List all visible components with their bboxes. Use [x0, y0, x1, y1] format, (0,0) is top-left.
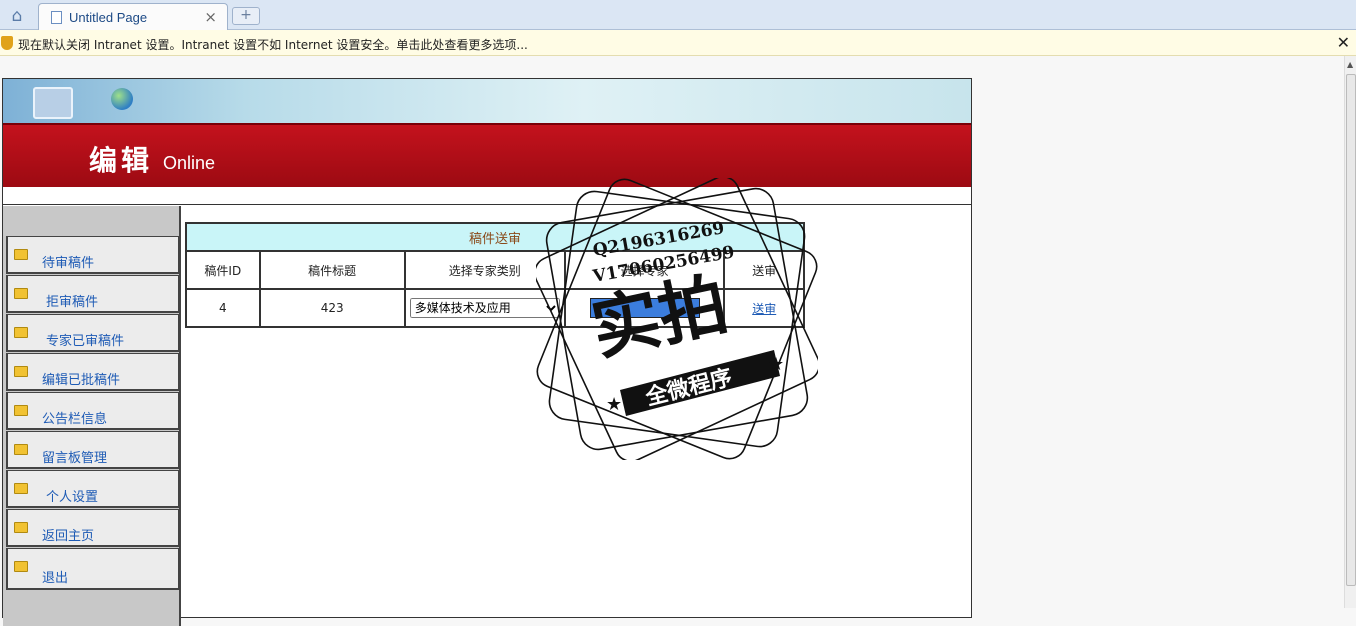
sidebar-item-label[interactable]: 个人设置: [46, 486, 98, 505]
browser-tab[interactable]: Untitled Page ×: [38, 3, 228, 31]
globe-icon: [111, 88, 133, 110]
site-logo-subtext: Online: [163, 153, 216, 173]
browser-tab-bar: ⌂ Untitled Page × +: [0, 0, 1356, 31]
sidebar-item-rejected[interactable]: 拒审稿件: [6, 275, 180, 313]
sidebar-item-expert-reviewed[interactable]: 专家已审稿件: [6, 314, 180, 352]
watermark-stamp: Q2196316269 V17060256499 实拍 全微程序 ★ ★: [536, 178, 818, 460]
computer-icon: [33, 87, 73, 119]
shield-icon: [1, 36, 13, 50]
sidebar-item-editor-approved[interactable]: 编辑已批稿件: [6, 353, 180, 391]
sidebar-item-label[interactable]: 返回主页: [42, 525, 94, 544]
sidebar-item-pending[interactable]: 待审稿件: [6, 236, 180, 274]
folder-icon: [14, 327, 28, 338]
star-icon: ★: [768, 354, 784, 375]
scroll-up-icon[interactable]: ▲: [1347, 60, 1353, 69]
folder-icon: [14, 522, 28, 533]
tab-title: Untitled Page: [69, 10, 148, 25]
sidebar-item-label[interactable]: 公告栏信息: [42, 408, 107, 427]
sidebar-item-label[interactable]: 留言板管理: [42, 447, 107, 466]
scrollbar-thumb[interactable]: [1346, 74, 1356, 586]
info-message[interactable]: 现在默认关闭 Intranet 设置。Intranet 设置不如 Interne…: [18, 36, 528, 53]
folder-icon: [14, 288, 28, 299]
column-header: 稿件ID: [185, 250, 261, 290]
sidebar-item-messages[interactable]: 留言板管理: [6, 431, 180, 469]
home-icon[interactable]: ⌂: [6, 6, 28, 26]
intranet-info-bar[interactable]: 现在默认关闭 Intranet 设置。Intranet 设置不如 Interne…: [0, 30, 1356, 56]
folder-icon: [14, 561, 28, 572]
sidebar-item-notices[interactable]: 公告栏信息: [6, 392, 180, 430]
watermark-ribbon-text: 全微程序: [642, 364, 735, 411]
cell-title: 423: [258, 288, 406, 328]
new-tab-button[interactable]: +: [232, 7, 260, 25]
star-icon: ★: [606, 394, 622, 415]
cell-id: 4: [185, 288, 261, 328]
sidebar-item-label[interactable]: 编辑已批稿件: [42, 369, 120, 388]
page-icon: [51, 11, 62, 24]
folder-icon: [14, 444, 28, 455]
sidebar-item-label[interactable]: 待审稿件: [42, 252, 94, 271]
site-frame: 编辑 Online 待审稿件 拒审稿件 专家已审稿件 编辑已批稿件 公告栏信息 …: [2, 78, 972, 626]
sidebar: 待审稿件 拒审稿件 专家已审稿件 编辑已批稿件 公告栏信息 留言板管理 个人设置: [3, 206, 181, 626]
vertical-scrollbar[interactable]: ▲: [1344, 56, 1356, 608]
column-header: 稿件标题: [258, 250, 406, 290]
close-tab-icon[interactable]: ×: [204, 8, 217, 26]
folder-icon: [14, 483, 28, 494]
header-divider: [3, 187, 971, 205]
site-header: 编辑 Online: [3, 123, 971, 187]
sidebar-item-label[interactable]: 拒审稿件: [46, 291, 98, 310]
sidebar-item-settings[interactable]: 个人设置: [6, 470, 180, 508]
sidebar-item-label[interactable]: 退出: [42, 567, 68, 586]
folder-icon: [14, 405, 28, 416]
sidebar-item-logout[interactable]: 退出: [6, 548, 180, 590]
sidebar-item-label[interactable]: 专家已审稿件: [46, 330, 124, 349]
folder-icon: [14, 249, 28, 260]
top-banner: [3, 79, 971, 123]
sidebar-item-home[interactable]: 返回主页: [6, 509, 180, 547]
folder-icon: [14, 366, 28, 377]
site-logo-text: 编辑: [89, 144, 154, 177]
close-info-bar-icon[interactable]: ✕: [1337, 33, 1350, 52]
